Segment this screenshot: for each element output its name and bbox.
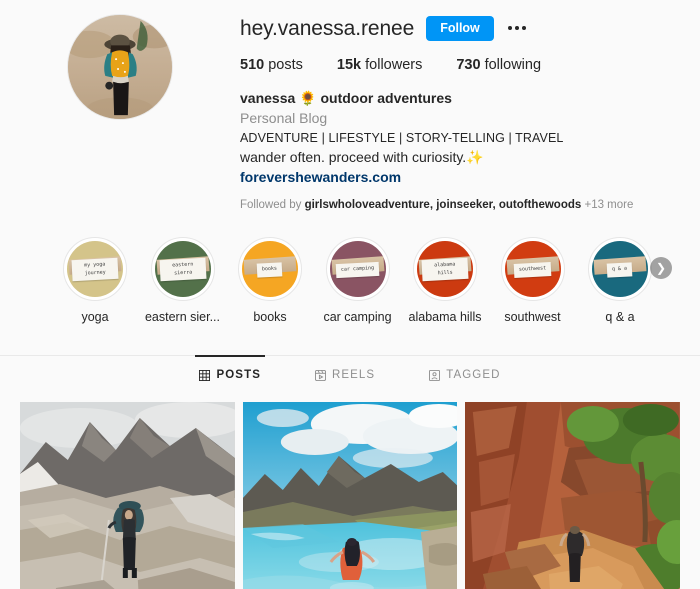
highlight-label: yoga bbox=[81, 310, 109, 325]
highlight-cover-text: eastern sierra bbox=[158, 257, 207, 282]
highlight-cover: eastern sierra bbox=[154, 241, 211, 298]
followed-by-prefix: Followed by bbox=[240, 199, 302, 212]
highlight-label: southwest bbox=[504, 310, 561, 325]
bio-display-name: vanessa 🌻 outdoor adventures bbox=[240, 90, 452, 106]
bio-category: Personal Blog bbox=[240, 110, 328, 127]
tab-tagged-label: TAGGED bbox=[446, 369, 501, 382]
stat-following[interactable]: 730 following bbox=[456, 57, 541, 73]
highlight-q-and-a[interactable]: q & a q & a bbox=[580, 237, 660, 324]
highlight-cover-text: books bbox=[257, 261, 283, 277]
bio-section: vanessa 🌻 outdoor adventures Personal Bl… bbox=[240, 88, 680, 187]
highlight-cover: books bbox=[242, 241, 298, 298]
story-highlights: my yoga journey yoga eastern sierra east… bbox=[0, 211, 700, 324]
tab-reels[interactable]: REELS bbox=[311, 355, 379, 391]
highlight-cover-text: car camping bbox=[335, 261, 380, 278]
highlight-cover: southwest bbox=[504, 241, 561, 298]
dot bbox=[507, 26, 512, 30]
avatar-image bbox=[68, 15, 172, 119]
profile-tabs: POSTS REELS TAGGED bbox=[0, 355, 700, 392]
followed-by-more[interactable]: +13 more bbox=[584, 199, 633, 211]
follow-button[interactable]: Follow bbox=[426, 15, 494, 41]
highlight-ring: southwest bbox=[500, 237, 565, 302]
stat-following-label: following bbox=[484, 57, 542, 73]
highlight-cover: my yoga journey bbox=[67, 241, 123, 298]
post-grid bbox=[0, 392, 700, 589]
highlight-ring: eastern sierra bbox=[150, 237, 215, 302]
highlight-label: books bbox=[253, 310, 287, 325]
dot bbox=[514, 26, 519, 30]
page-title: hey.vanessa.renee bbox=[240, 16, 415, 40]
post-red-rock-canyon[interactable] bbox=[465, 402, 681, 589]
username-row: hey.vanessa.renee Follow bbox=[240, 12, 680, 44]
highlight-cover-text: q & a bbox=[607, 261, 633, 277]
highlight-cover: alabama hills bbox=[417, 241, 473, 298]
highlight-ring: alabama hills bbox=[413, 237, 477, 302]
stat-posts[interactable]: 510 posts bbox=[240, 57, 303, 73]
stat-followers-value: 15k bbox=[336, 57, 362, 73]
bio-tagline: wander often. proceed with curiosity.✨ bbox=[240, 148, 484, 165]
chevron-right-icon[interactable]: ❯ bbox=[650, 257, 672, 280]
post-alpine-lake[interactable] bbox=[242, 402, 458, 589]
bio-link[interactable]: forevershewanders.com bbox=[240, 167, 401, 187]
tab-tagged[interactable]: TAGGED bbox=[425, 355, 504, 391]
highlight-books[interactable]: books books bbox=[230, 237, 310, 324]
tagged-icon bbox=[429, 369, 441, 381]
reels-icon bbox=[314, 369, 326, 381]
stats-row: 510 posts 15k followers 730 following bbox=[240, 57, 680, 73]
highlight-cover-text: alabama hills bbox=[421, 257, 469, 282]
highlight-ring: q & a bbox=[588, 237, 652, 302]
instagram-profile-page: hey.vanessa.renee Follow 510 posts 15k f… bbox=[0, 0, 700, 589]
profile-info: hey.vanessa.renee Follow 510 posts 15k f… bbox=[240, 8, 700, 211]
stat-followers[interactable]: 15k followers bbox=[337, 57, 422, 73]
highlight-cover-text: southwest bbox=[513, 261, 552, 278]
dot bbox=[521, 26, 526, 30]
post-image bbox=[242, 402, 458, 589]
bio-tags: ADVENTURE | LIFESTYLE | STORY-TELLING | … bbox=[240, 130, 564, 145]
avatar-column bbox=[0, 8, 240, 211]
stat-posts-value: 510 bbox=[240, 57, 265, 73]
followed-by: Followed by girlswholoveadventure, joins… bbox=[240, 199, 680, 211]
highlight-cover-text: my yoga journey bbox=[71, 257, 119, 282]
highlight-label: q & a bbox=[605, 310, 635, 325]
avatar[interactable] bbox=[67, 14, 173, 120]
grid-icon bbox=[199, 369, 211, 381]
post-image bbox=[20, 402, 235, 589]
highlight-label: car camping bbox=[323, 310, 392, 325]
post-image bbox=[465, 402, 681, 589]
stat-followers-label: followers bbox=[365, 57, 423, 73]
highlight-ring: car camping bbox=[325, 237, 390, 302]
stat-following-value: 730 bbox=[456, 57, 481, 73]
stat-posts-label: posts bbox=[268, 57, 303, 73]
followed-by-names[interactable]: girlswholoveadventure, joinseeker, outof… bbox=[305, 199, 582, 211]
highlight-ring: my yoga journey bbox=[63, 237, 127, 302]
highlight-cover: car camping bbox=[329, 241, 386, 298]
highlight-cover: q & a bbox=[592, 241, 648, 298]
highlight-southwest[interactable]: southwest southwest bbox=[493, 237, 573, 324]
post-mountain-hiker[interactable] bbox=[20, 402, 235, 589]
highlight-label: eastern sier... bbox=[144, 310, 221, 325]
more-options-icon[interactable] bbox=[506, 22, 528, 34]
highlight-car-camping[interactable]: car camping car camping bbox=[318, 237, 398, 324]
highlight-eastern-sierra[interactable]: eastern sierra eastern sier... bbox=[143, 237, 223, 324]
tab-posts[interactable]: POSTS bbox=[195, 355, 265, 391]
tab-reels-label: REELS bbox=[331, 369, 376, 382]
highlight-alabama-hills[interactable]: alabama hills alabama hills bbox=[405, 237, 485, 324]
tab-posts-label: POSTS bbox=[216, 369, 261, 382]
highlight-yoga[interactable]: my yoga journey yoga bbox=[55, 237, 135, 324]
highlight-ring: books bbox=[238, 237, 302, 302]
tabs-list: POSTS REELS TAGGED bbox=[0, 355, 700, 392]
highlight-label: alabama hills bbox=[408, 310, 482, 325]
profile-header: hey.vanessa.renee Follow 510 posts 15k f… bbox=[0, 0, 700, 211]
